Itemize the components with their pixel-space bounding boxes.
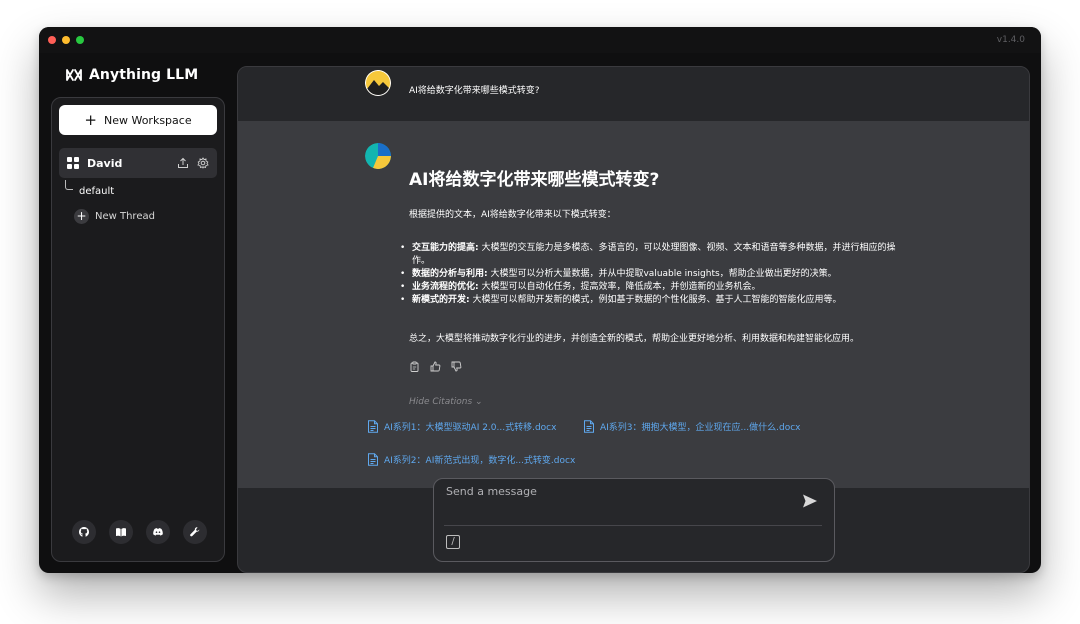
workspace-item-david[interactable]: David [59, 148, 217, 178]
document-icon [368, 453, 378, 466]
copy-icon[interactable] [409, 361, 420, 372]
response-bullet: • 业务流程的优化: 大模型可以自动化任务，提高效率，降低成本，并创造新的业务机会… [400, 282, 761, 292]
minimize-window-button[interactable] [62, 36, 70, 44]
discord-icon[interactable] [146, 520, 170, 544]
citation-link[interactable]: AI系列2：AI新范式出现，数字化...式转变.docx [367, 453, 575, 466]
message-actions [409, 361, 462, 372]
version-label: v1.4.0 [996, 35, 1025, 45]
thread-connector [65, 180, 73, 190]
thumbs-down-icon[interactable] [451, 361, 462, 372]
sidebar: + New Workspace David default + New Thre… [51, 97, 225, 562]
hide-citations-toggle[interactable]: Hide Citations ⌄ [409, 397, 483, 407]
response-bullet: • 新模式的开发: 大模型可以帮助开发新的模式，例如基于数据的个性化服务、基于人工… [400, 295, 842, 305]
composer-divider [444, 525, 822, 526]
message-input[interactable] [446, 485, 786, 498]
title-bar: v1.4.0 [39, 27, 1041, 53]
message-composer: / [433, 478, 835, 562]
github-icon[interactable] [72, 520, 96, 544]
chat-panel: AI将给数字化带来哪些模式转变? AI将给数字化带来哪些模式转变? 根据提供的文… [237, 66, 1030, 573]
app-name: Anything LLM [89, 67, 199, 83]
plus-icon: + [74, 209, 89, 224]
response-conclusion: 总之，大模型将推动数字化行业的进步，并创造全新的模式，帮助企业更好地分析、利用数… [409, 334, 860, 344]
thread-default[interactable]: default [79, 186, 114, 197]
citation-link[interactable]: AI系列1：大模型驱动AI 2.0...式转移.docx [367, 420, 556, 433]
maximize-window-button[interactable] [76, 36, 84, 44]
document-icon [584, 420, 594, 433]
response-title: AI将给数字化带来哪些模式转变? [409, 170, 660, 190]
sidebar-footer [72, 520, 207, 544]
user-question: AI将给数字化带来哪些模式转变? [409, 86, 540, 96]
plus-icon: + [84, 110, 97, 129]
citation-link[interactable]: AI系列3：拥抱大模型，企业现在应...做什么.docx [583, 420, 800, 433]
assistant-message: AI将给数字化带来哪些模式转变? 根据提供的文本，AI将给数字化带来以下模式转变… [238, 121, 1029, 488]
send-icon[interactable] [802, 493, 818, 509]
new-workspace-button[interactable]: + New Workspace [59, 105, 217, 135]
close-window-button[interactable] [48, 36, 56, 44]
response-bullet: • 数据的分析与利用: 大模型可以分析大量数据，并从中提取valuable ins… [400, 269, 837, 279]
new-thread-button[interactable]: + New Thread [74, 209, 155, 224]
slash-command-button[interactable]: / [446, 535, 460, 549]
user-message-row: AI将给数字化带来哪些模式转变? [238, 67, 1029, 121]
new-workspace-label: New Workspace [103, 113, 192, 127]
response-bullet: • 交互能力的提高: 大模型的交互能力是多模态、多语言的，可以处理图像、视频、文本… [400, 243, 896, 266]
document-icon [368, 420, 378, 433]
user-avatar [365, 70, 391, 96]
workspace-name: David [87, 156, 123, 170]
app-logo: Anything LLM [65, 67, 198, 83]
wrench-icon[interactable] [183, 520, 207, 544]
assistant-avatar [365, 143, 391, 169]
anything-llm-logo-icon [66, 69, 82, 81]
response-intro: 根据提供的文本，AI将给数字化带来以下模式转变： [409, 210, 616, 220]
upload-icon[interactable] [177, 157, 189, 169]
book-icon[interactable] [109, 520, 133, 544]
new-thread-label: New Thread [95, 211, 155, 222]
workspace-grid-icon [67, 157, 79, 169]
gear-icon[interactable] [197, 157, 209, 169]
app-window: v1.4.0 Anything LLM + New Workspace Davi… [39, 27, 1041, 573]
thumbs-up-icon[interactable] [430, 361, 441, 372]
